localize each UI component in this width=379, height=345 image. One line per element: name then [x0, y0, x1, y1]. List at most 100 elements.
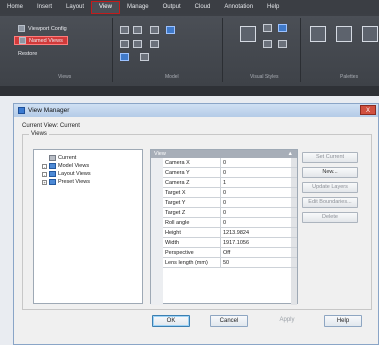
named-views-button[interactable]: Named Views: [14, 36, 68, 45]
ribbon: Home Insert Layout View Manage Output Cl…: [0, 0, 379, 96]
panel-separator: [112, 18, 113, 82]
named-views-icon: [19, 37, 26, 44]
tab-help[interactable]: Help: [260, 0, 286, 14]
palette-tool-icon[interactable]: [310, 26, 326, 42]
property-name: Width: [163, 238, 221, 247]
close-button[interactable]: X: [360, 105, 376, 115]
ribbon-tab-bar: Home Insert Layout View Manage Output Cl…: [0, 0, 379, 14]
tab-home[interactable]: Home: [0, 0, 30, 14]
view-bottom-icon[interactable]: [133, 40, 142, 48]
view-back-icon[interactable]: [120, 40, 129, 48]
tree-item-label: Preset Views: [58, 179, 90, 185]
palette-props-icon[interactable]: [336, 26, 352, 42]
help-button[interactable]: Help: [324, 315, 362, 327]
apply-button[interactable]: Apply: [268, 315, 306, 327]
tab-cloud[interactable]: Cloud: [188, 0, 218, 14]
tab-insert[interactable]: Insert: [30, 0, 59, 14]
property-row[interactable]: Target Z0: [163, 208, 297, 218]
folder-icon: [49, 179, 56, 185]
panel-separator: [222, 18, 223, 82]
camera-icon: [49, 155, 56, 161]
tab-view[interactable]: View: [91, 0, 120, 14]
collapse-icon: ▲: [287, 151, 293, 157]
property-value[interactable]: 1: [221, 178, 297, 187]
style-wire-icon[interactable]: [263, 40, 272, 48]
collapse-icon[interactable]: -: [42, 163, 47, 169]
orbit-icon[interactable]: [120, 53, 129, 61]
expand-icon[interactable]: +: [42, 179, 47, 185]
style-hidden-icon[interactable]: [278, 40, 287, 48]
tab-output[interactable]: Output: [156, 0, 188, 14]
view-left-icon[interactable]: [150, 26, 159, 34]
property-name: Camera Z: [163, 178, 221, 187]
named-views-label: Named Views: [29, 37, 63, 44]
tree-item[interactable]: - Layout Views: [42, 170, 91, 178]
property-value[interactable]: 1917.1056: [221, 238, 297, 247]
property-value[interactable]: 0: [221, 158, 297, 167]
edit-boundaries-button[interactable]: Edit Boundaries...: [302, 197, 358, 208]
property-name: Camera X: [163, 158, 221, 167]
property-name: Roll angle: [163, 218, 221, 227]
collapse-icon[interactable]: [42, 156, 47, 161]
property-row[interactable]: Camera Y0: [163, 168, 297, 178]
props-category-header[interactable]: View ▲: [151, 150, 297, 158]
viewport-icon: [18, 25, 25, 32]
view-manager-dialog: View Manager X Current View: Current Vie…: [13, 103, 379, 345]
new-view-button[interactable]: New...: [302, 167, 358, 178]
property-row[interactable]: Perspective Off: [163, 248, 297, 258]
property-row[interactable]: Roll angle 0: [163, 218, 297, 228]
property-row[interactable]: Camera X0: [163, 158, 297, 168]
palette-layer-icon[interactable]: [362, 26, 378, 42]
pan-icon[interactable]: [140, 53, 149, 61]
tab-annotation[interactable]: Annotation: [217, 0, 260, 14]
set-current-button[interactable]: Set Current: [302, 152, 358, 163]
panel-separator: [300, 18, 301, 82]
tab-layout[interactable]: Layout: [59, 0, 91, 14]
tree-item-label: Model Views: [58, 163, 90, 169]
tree-item[interactable]: Current: [42, 154, 76, 162]
property-value[interactable]: 0: [221, 198, 297, 207]
ok-button[interactable]: OK: [152, 315, 190, 327]
tree-item[interactable]: + Preset Views: [42, 178, 90, 186]
property-value[interactable]: 0: [221, 168, 297, 177]
style-realistic-icon[interactable]: [263, 24, 272, 32]
property-name: Height: [163, 228, 221, 237]
property-row[interactable]: Target Y0: [163, 198, 297, 208]
delete-button[interactable]: Delete: [302, 212, 358, 223]
views-tree[interactable]: Current - Model Views - Layout Views + Preset …: [33, 149, 143, 304]
view-right-icon[interactable]: [150, 40, 159, 48]
panel-label-visual-styles: Visual Styles: [250, 74, 279, 80]
tree-item-label: Layout Views: [58, 171, 91, 177]
tree-item[interactable]: - Model Views: [42, 162, 89, 170]
view-front-icon[interactable]: [120, 26, 129, 34]
dialog-titlebar[interactable]: View Manager: [14, 104, 378, 117]
property-value[interactable]: Off: [221, 248, 297, 257]
property-row[interactable]: Height 1213.9824: [163, 228, 297, 238]
cancel-button[interactable]: Cancel: [210, 315, 248, 327]
property-value[interactable]: 1213.9824: [221, 228, 297, 237]
style-shaded-icon[interactable]: [278, 24, 287, 32]
property-value[interactable]: 0: [221, 208, 297, 217]
view-top-icon[interactable]: [133, 26, 142, 34]
property-row[interactable]: Target X0: [163, 188, 297, 198]
tab-manage[interactable]: Manage: [120, 0, 156, 14]
property-value[interactable]: 50: [221, 258, 297, 267]
property-row[interactable]: Camera Z1: [163, 178, 297, 188]
view-iso-icon[interactable]: [166, 26, 175, 34]
update-layers-button[interactable]: Update Layers: [302, 182, 358, 193]
views-legend: Views: [29, 131, 49, 137]
property-value[interactable]: 0: [221, 188, 297, 197]
dialog-title: View Manager: [28, 107, 70, 114]
view-properties-grid: View ▲ Camera X 0 Camera Y 0 Camera Z 1 Target…: [150, 149, 298, 305]
collapse-icon[interactable]: -: [42, 171, 47, 177]
ribbon-footer: [0, 86, 379, 96]
property-row[interactable]: Width 1917.1056: [163, 238, 297, 248]
viewports-icon[interactable]: [240, 26, 256, 42]
property-row[interactable]: Lens length (mm) 50: [163, 258, 297, 268]
current-view-label: Current View: Current: [22, 123, 80, 129]
restore-button[interactable]: Restore: [18, 49, 37, 58]
property-name: Target Y: [163, 198, 221, 207]
property-value[interactable]: 0: [221, 218, 297, 227]
viewport-config-button[interactable]: Viewport Config: [18, 24, 67, 33]
view-manager-icon: [18, 107, 25, 114]
